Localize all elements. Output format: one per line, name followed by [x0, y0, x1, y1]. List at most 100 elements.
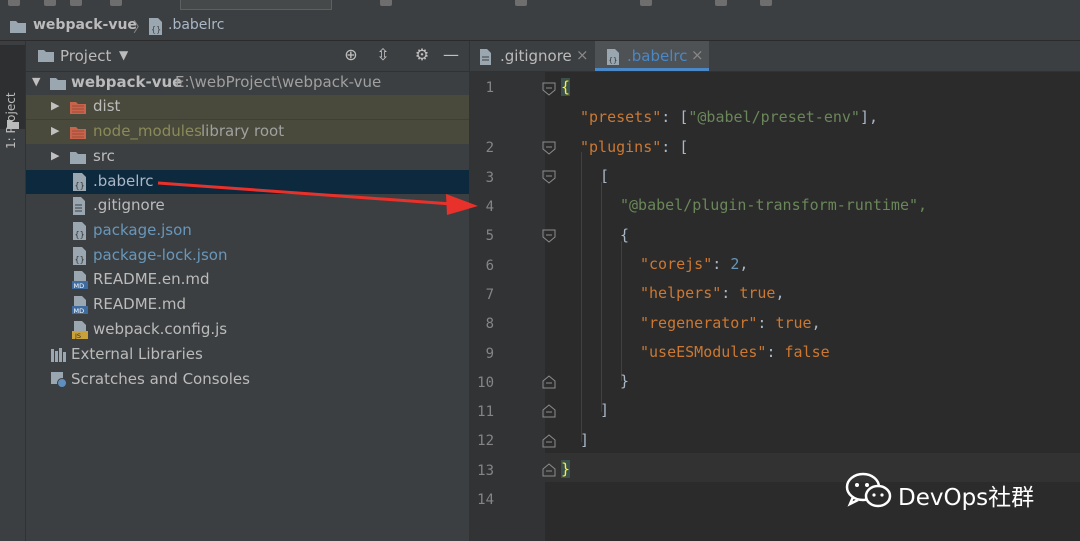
tab-babelrc[interactable]: {} .babelrc × — [595, 41, 709, 71]
tree-item-babelrc[interactable]: {} .babelrc — [26, 170, 469, 194]
expand-arrow-icon[interactable]: ▶ — [51, 99, 59, 112]
code-token: [ — [600, 167, 610, 185]
code-line-5[interactable]: "@babel/plugin-transform-runtime", — [620, 196, 927, 214]
tree-item-label: package-lock.json — [93, 246, 228, 264]
tree-item-src[interactable]: ▶ src — [26, 145, 469, 169]
tab-gitignore[interactable]: .gitignore × — [470, 41, 594, 71]
line-number: 9 — [485, 346, 494, 362]
expand-arrow-icon[interactable]: ▶ — [51, 124, 59, 137]
line-number: 13 — [477, 463, 494, 479]
javascript-file-icon: JS — [72, 321, 88, 339]
svg-text:{}: {} — [151, 25, 161, 34]
indent-guide — [581, 152, 582, 442]
fold-end-marker-icon[interactable] — [542, 463, 556, 477]
fold-end-marker-icon[interactable] — [542, 375, 556, 389]
toolbar-icon[interactable] — [640, 0, 652, 6]
run-configuration-dropdown[interactable] — [180, 0, 332, 10]
code-line-7[interactable]: "corejs": 2, — [640, 255, 748, 273]
library-icon — [51, 348, 66, 362]
tree-item-node-modules[interactable]: ▶ node_modules library root — [26, 120, 469, 144]
locate-target-icon[interactable]: ⊕ — [342, 46, 360, 64]
svg-text:{}: {} — [75, 230, 85, 239]
code-line-10[interactable]: "useESModules": false — [640, 343, 830, 361]
tree-item-package-lock-json[interactable]: {} package-lock.json — [26, 244, 469, 268]
fold-marker-icon[interactable] — [542, 170, 556, 184]
line-number: 2 — [485, 140, 494, 156]
expand-arrow-icon[interactable]: ▶ — [51, 149, 59, 162]
code-token: "helpers": true, — [640, 284, 785, 302]
tool-window-strip: 1: Project — [0, 41, 26, 541]
minimize-icon[interactable]: — — [442, 46, 460, 64]
code-editor[interactable]: .gitignore × {} .babelrc × 1 2 3 4 5 6 7… — [470, 41, 1080, 541]
code-token: "presets": ["@babel/preset-env"], — [580, 108, 879, 126]
code-line-3[interactable]: "plugins": [ — [580, 138, 688, 156]
toolbar-icon[interactable] — [44, 0, 56, 6]
tree-root-project[interactable]: ▼ webpack-vue E:\webProject\webpack-vue — [26, 71, 469, 95]
project-view-title[interactable]: Project — [60, 47, 111, 65]
line-number: 7 — [485, 287, 494, 303]
tree-item-dist[interactable]: ▶ dist — [26, 95, 469, 119]
folder-icon — [70, 152, 86, 164]
code-line-6[interactable]: { — [620, 226, 629, 244]
code-line-4[interactable]: [ — [600, 167, 609, 185]
code-line-13[interactable]: ] — [580, 431, 589, 449]
code-token: "plugins": [ — [580, 138, 689, 156]
tree-item-label: dist — [93, 97, 121, 115]
fold-end-marker-icon[interactable] — [542, 404, 556, 418]
code-token: "corejs": 2, — [640, 255, 749, 273]
breadcrumb-project[interactable]: webpack-vue — [33, 17, 137, 33]
fold-marker-icon[interactable] — [542, 82, 556, 96]
text-file-icon — [73, 197, 85, 215]
code-line-11[interactable]: } — [620, 372, 629, 390]
project-panel: Project ▼ ⊕ ⇳ ⚙ — ▼ webpack-vue E:\webPr… — [26, 41, 470, 541]
breadcrumb-file[interactable]: .babelrc — [168, 17, 224, 33]
markdown-file-icon: MD — [72, 296, 88, 314]
tree-item-package-json[interactable]: {} package.json — [26, 219, 469, 243]
tree-item-readme-en[interactable]: MD README.en.md — [26, 268, 469, 292]
code-line-14[interactable]: } — [561, 460, 571, 478]
main-toolbar — [0, 0, 1080, 12]
toolbar-icon[interactable] — [8, 0, 20, 6]
gear-icon[interactable]: ⚙ — [413, 46, 431, 64]
search-icon[interactable] — [715, 0, 727, 6]
tree-root-label: webpack-vue — [71, 73, 183, 91]
code-line-1[interactable]: { — [561, 78, 571, 96]
tree-item-gitignore[interactable]: .gitignore — [26, 194, 469, 218]
code-token: } — [620, 372, 630, 390]
chevron-down-icon[interactable]: ▼ — [119, 48, 128, 62]
editor-tabs: .gitignore × {} .babelrc × — [470, 41, 1080, 72]
tree-item-scratches[interactable]: Scratches and Consoles — [26, 368, 469, 392]
fold-marker-icon[interactable] — [542, 141, 556, 155]
line-number: 8 — [485, 316, 494, 332]
toolbar-icon[interactable] — [110, 0, 122, 6]
code-token: } — [561, 460, 571, 478]
toolbar-icon[interactable] — [70, 0, 82, 6]
tab-label: .gitignore — [500, 47, 572, 65]
code-line-9[interactable]: "regenerator": true, — [640, 314, 821, 332]
line-number: 6 — [485, 258, 494, 274]
code-token: "@babel/plugin-transform-runtime", — [620, 196, 928, 214]
toolbar-icon[interactable] — [380, 0, 392, 6]
code-line-2[interactable]: "presets": ["@babel/preset-env"], — [580, 108, 878, 126]
toolbar-icon[interactable] — [515, 0, 527, 6]
toolbar-icon[interactable] — [760, 0, 772, 6]
close-icon[interactable]: × — [576, 46, 589, 64]
tree-item-label: Scratches and Consoles — [71, 370, 250, 388]
tree-item-external-libraries[interactable]: External Libraries — [26, 343, 469, 367]
collapse-all-icon[interactable]: ⇳ — [374, 46, 392, 64]
text-file-icon — [480, 49, 491, 65]
tree-item-readme[interactable]: MD README.md — [26, 293, 469, 317]
expand-arrow-icon[interactable]: ▼ — [32, 75, 40, 88]
tree-item-webpack-config[interactable]: JS webpack.config.js — [26, 318, 469, 342]
close-icon[interactable]: × — [691, 46, 704, 64]
indent-guide — [601, 182, 602, 412]
tab-label: .babelrc — [627, 47, 688, 65]
fold-marker-icon[interactable] — [542, 229, 556, 243]
config-file-icon: {} — [73, 173, 86, 191]
fold-end-marker-icon[interactable] — [542, 434, 556, 448]
line-number: 1 — [485, 80, 494, 96]
code-line-8[interactable]: "helpers": true, — [640, 284, 785, 302]
code-token: "useESModules": false — [640, 343, 830, 361]
code-line-12[interactable]: ] — [600, 401, 609, 419]
tree-item-label: External Libraries — [71, 345, 203, 363]
